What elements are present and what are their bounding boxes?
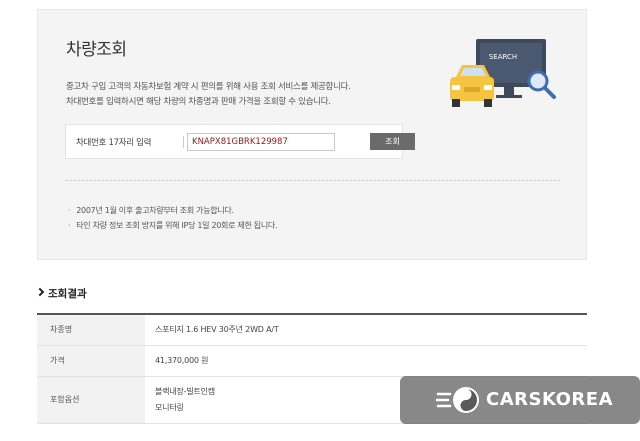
description-line-1: 중고차 구입 고객의 자동차보험 계약 시 편의를 위해 사용 조회 서비스를 … — [66, 82, 351, 92]
carskorea-logo-icon — [436, 387, 479, 413]
row-value: 스포티지 1.6 HEV 30주년 2WD A/T — [145, 314, 587, 346]
description-line-2: 차대번호를 입력하시면 해당 차량의 차종명과 판매 가격을 조회할 수 있습니… — [66, 97, 331, 107]
result-title: 조회결과 — [48, 288, 87, 300]
row-label: 차종명 — [37, 314, 145, 346]
label-separator — [183, 136, 184, 148]
page-title: 차량조회 — [66, 40, 127, 60]
row-label: 가격 — [37, 345, 145, 377]
row-value: 41,370,000 원 — [145, 345, 587, 377]
vin-input-card: 차대번호 17자리 입력 조회 — [65, 124, 415, 159]
vin-input[interactable] — [187, 133, 335, 151]
magnifier-icon — [527, 70, 556, 99]
search-button[interactable]: 조회 — [370, 133, 415, 150]
row-label: 포함옵션 — [37, 376, 145, 424]
table-row: 차종명 스포티지 1.6 HEV 30주년 2WD A/T — [37, 314, 587, 346]
bullet-icon: · — [68, 206, 71, 215]
note-text: 2007년 1월 이후 출고차량부터 조회 가능합니다. — [76, 206, 234, 215]
note-text: 타인 차량 정보 조회 방지를 위해 IP당 1일 20회로 제한 됩니다. — [76, 221, 278, 230]
note-item: · 2007년 1월 이후 출고차량부터 조회 가능합니다. — [68, 205, 234, 216]
vin-input-label: 차대번호 17자리 입력 — [76, 138, 152, 148]
bullet-icon: · — [68, 221, 71, 230]
illustration-search-text: SEARCH — [489, 53, 517, 61]
watermark-text: CARSKOREA — [486, 389, 613, 410]
vehicle-lookup-panel: 차량조회 중고차 구입 고객의 자동차보험 계약 시 편의를 위해 사용 조회 … — [37, 9, 587, 260]
chevron-right-icon — [35, 287, 45, 297]
divider — [65, 180, 560, 181]
car-search-illustration: SEARCH — [450, 39, 556, 107]
note-item: · 타인 차량 정보 조회 방지를 위해 IP당 1일 20회로 제한 됩니다. — [68, 220, 278, 231]
carskorea-watermark: CARSKOREA — [400, 376, 640, 424]
table-row: 가격 41,370,000 원 — [37, 345, 587, 377]
